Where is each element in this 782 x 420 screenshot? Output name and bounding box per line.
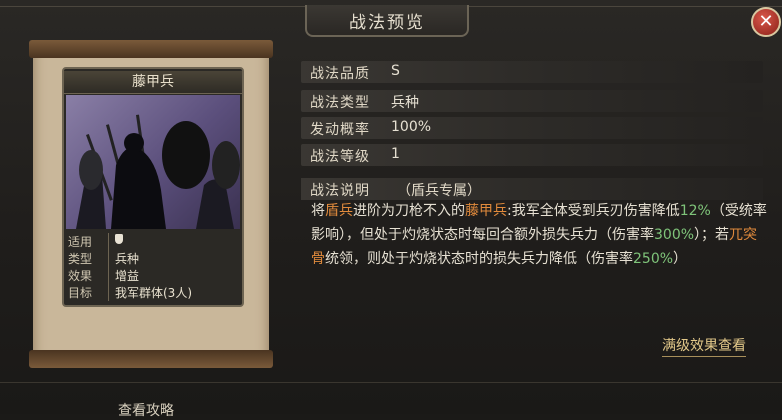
attr-value: 兵种 [108,250,139,267]
info-row-rate: 发动概率 100% [301,117,763,139]
type-label: 战法类型 [310,95,370,111]
scroll-rod-bottom [29,350,273,368]
desc-part: ）；若 [694,227,730,243]
type-value: 兵种 [391,95,419,111]
description-text: 将盾兵进阶为刀枪不入的藤甲兵:我军全体受到兵刃伤害降低12%（受统率影响），但处… [311,199,771,271]
window-title: 战法预览 [349,12,425,33]
card-illustration [66,95,240,229]
description-label: 战法说明 [310,183,370,199]
desc-part: ） [673,251,688,267]
attr-key: 效果 [68,269,93,283]
info-row-quality: 战法品质 S [301,61,763,83]
tactic-card: 藤甲兵 适用 类型 兵种 效果 增益 目标 我军群体(3人) [62,67,244,307]
close-icon: ✕ [758,11,774,32]
desc-part: 将 [311,203,325,219]
attr-value [108,233,123,250]
attr-row-apply: 适用 [68,233,238,250]
shield-icon [115,234,123,244]
attr-value: 我军群体(3人) [108,284,192,301]
attr-value: 增益 [108,267,139,284]
rate-value: 100% [391,119,432,135]
attr-row-type: 类型 兵种 [68,250,238,267]
bottom-divider [0,382,782,383]
quality-label: 战法品质 [310,66,370,82]
soldiers-silhouette-icon [76,114,240,229]
quality-value: S [391,63,400,79]
close-button[interactable]: ✕ [751,7,781,37]
level-label: 战法等级 [310,149,370,165]
attr-key: 适用 [68,235,93,249]
window-title-bar: 战法预览 [305,5,469,37]
rate-label: 发动概率 [310,122,370,138]
attr-row-effect: 效果 增益 [68,267,238,284]
desc-part: 进阶为刀枪不入的 [353,203,465,219]
attr-key: 目标 [68,286,93,300]
card-title: 藤甲兵 [64,71,242,94]
info-row-level: 战法等级 1 [301,144,763,166]
desc-value: 300% [654,227,695,243]
attr-row-target: 目标 我军群体(3人) [68,284,238,301]
desc-highlight: 藤甲兵 [465,203,507,219]
desc-part: :我军全体受到兵刃伤害降低 [507,203,680,219]
desc-value: 250% [633,251,674,267]
max-level-effects-link[interactable]: 满级效果查看 [662,335,746,357]
description-header: 战法说明 （盾兵专属） [301,178,763,200]
level-value: 1 [391,146,400,162]
scroll-rod-top [29,40,273,58]
description-tag: （盾兵专属） [397,183,481,199]
desc-highlight: 盾兵 [325,203,353,219]
attr-key: 类型 [68,252,93,266]
desc-value: 12% [679,203,711,219]
desc-part: 统领，则处于灼烧状态时的损失兵力降低（伤害率 [325,251,633,267]
view-guide-link[interactable]: 查看攻略 [118,400,174,420]
info-row-type: 战法类型 兵种 [301,90,763,112]
